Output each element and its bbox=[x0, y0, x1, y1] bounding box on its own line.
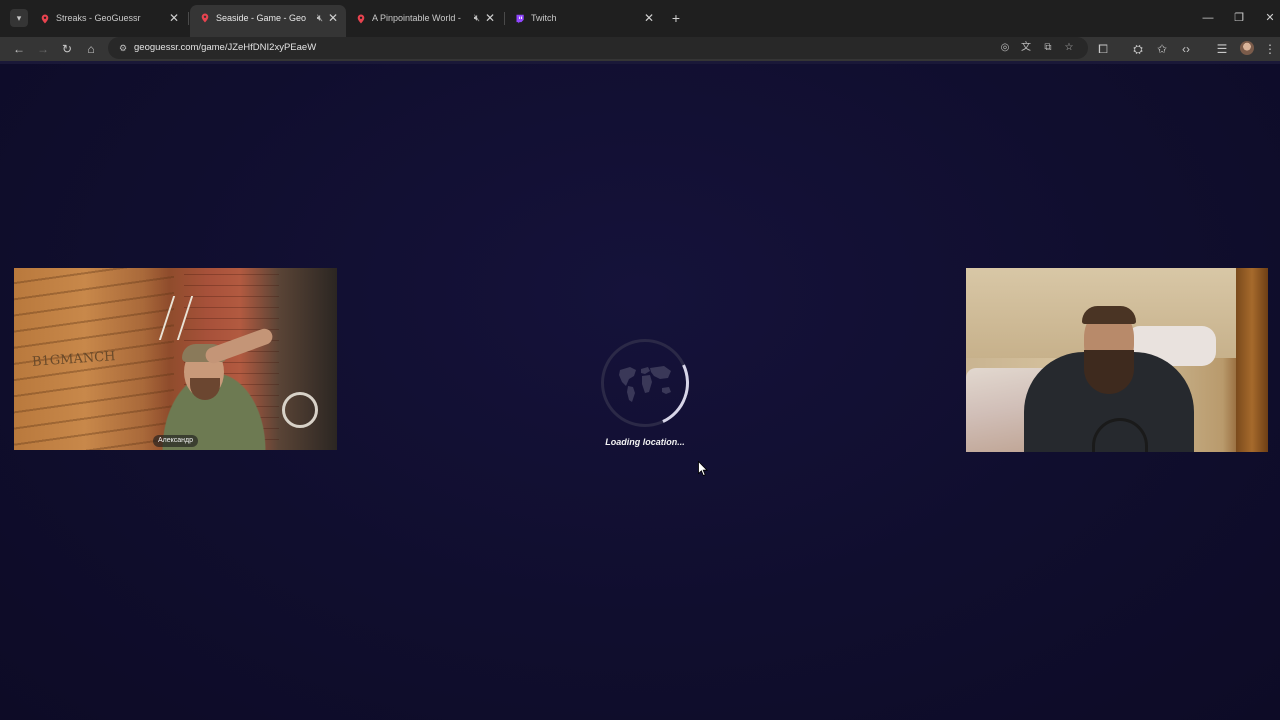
tab-separator bbox=[188, 12, 189, 25]
new-tab-button[interactable]: + bbox=[668, 9, 684, 27]
back-icon[interactable]: ← bbox=[9, 39, 29, 59]
address-bar[interactable]: ⚙ geoguessr.com/game/JZeHfDNI2xyPEaeW ◎ … bbox=[108, 37, 1088, 59]
webcam-left: B1GMANCH Александр bbox=[14, 268, 337, 450]
minimize-window-icon[interactable]: — bbox=[1200, 9, 1216, 27]
forward-icon[interactable]: → bbox=[33, 39, 53, 59]
extensions-icon[interactable]: ⧠ bbox=[1093, 39, 1113, 59]
close-tab-icon[interactable]: ✕ bbox=[644, 6, 654, 31]
reading-list-icon[interactable]: ☰ bbox=[1212, 39, 1232, 59]
menu-more-icon[interactable]: ⋮ bbox=[1260, 39, 1280, 59]
world-map-icon bbox=[619, 366, 671, 402]
twitch-icon bbox=[516, 14, 524, 24]
tab-muted-icon[interactable]: 🔇︎ bbox=[317, 5, 323, 32]
restore-window-icon[interactable]: ❐ bbox=[1231, 9, 1247, 27]
home-icon[interactable]: ⌂ bbox=[81, 39, 101, 59]
wooden-door bbox=[1236, 268, 1268, 452]
tab-muted-icon[interactable]: 🔇︎ bbox=[474, 6, 480, 31]
geoguessr-pin-icon bbox=[357, 14, 365, 24]
close-window-icon[interactable]: ✕ bbox=[1262, 9, 1278, 27]
loading-location-text: Loading location... bbox=[605, 437, 685, 447]
tab-search-button[interactable]: ▾ bbox=[10, 9, 28, 27]
tab-title: Streaks - GeoGuessr bbox=[56, 13, 141, 23]
tab-twitch[interactable]: Twitch ✕ bbox=[505, 6, 662, 31]
incognito-icon[interactable]: ⛭ bbox=[1128, 39, 1148, 59]
webcam-name-tag: Александр bbox=[153, 435, 199, 447]
site-info-icon[interactable]: ⚙ bbox=[116, 40, 130, 56]
browser-toolbar: ← → ↻ ⌂ ⚙ geoguessr.com/game/JZeHfDNI2xy… bbox=[0, 37, 1280, 61]
install-app-icon[interactable]: ⧉ bbox=[1040, 40, 1056, 56]
mouse-cursor-icon bbox=[698, 461, 708, 477]
close-tab-icon[interactable]: ✕ bbox=[485, 6, 495, 31]
devtools-icon[interactable]: ‹› bbox=[1176, 39, 1196, 59]
tracking-protection-icon[interactable]: ◎ bbox=[997, 40, 1013, 56]
tab-streaks[interactable]: Streaks - GeoGuessr ✕ bbox=[30, 6, 187, 31]
webcam-right bbox=[966, 268, 1268, 452]
geoguessr-pin-icon bbox=[41, 14, 49, 24]
geoguessr-pin-icon bbox=[201, 13, 209, 23]
profile-avatar[interactable] bbox=[1240, 41, 1254, 55]
tab-title: Seaside - Game - GeoGuessr bbox=[216, 13, 306, 23]
tab-pinpointable-world[interactable]: A Pinpointable World - Game 🔇︎ ✕ bbox=[346, 6, 503, 31]
reload-icon[interactable]: ↻ bbox=[57, 39, 77, 59]
tab-title: Twitch bbox=[531, 13, 557, 23]
streamer-hair bbox=[1082, 306, 1136, 324]
close-tab-icon[interactable]: ✕ bbox=[169, 6, 179, 31]
chevron-down-icon: ▾ bbox=[16, 13, 22, 23]
tab-title: A Pinpointable World - Game bbox=[372, 13, 463, 23]
browser-tab-strip: ▾ Streaks - GeoGuessr ✕ Seaside - Game -… bbox=[0, 0, 1280, 37]
tab-seaside-game[interactable]: Seaside - Game - GeoGuessr 🔇︎ ✕ bbox=[190, 5, 346, 37]
bookmark-star-icon[interactable]: ☆ bbox=[1061, 40, 1077, 56]
favorites-icon[interactable]: ✩ bbox=[1152, 39, 1172, 59]
url-text[interactable]: geoguessr.com/game/JZeHfDNI2xyPEaeW bbox=[134, 37, 316, 59]
translate-icon[interactable]: 文 bbox=[1018, 40, 1034, 56]
close-tab-icon[interactable]: ✕ bbox=[328, 5, 338, 32]
game-loading-screen: B1GMANCH Александр Loading location... bbox=[0, 64, 1280, 720]
